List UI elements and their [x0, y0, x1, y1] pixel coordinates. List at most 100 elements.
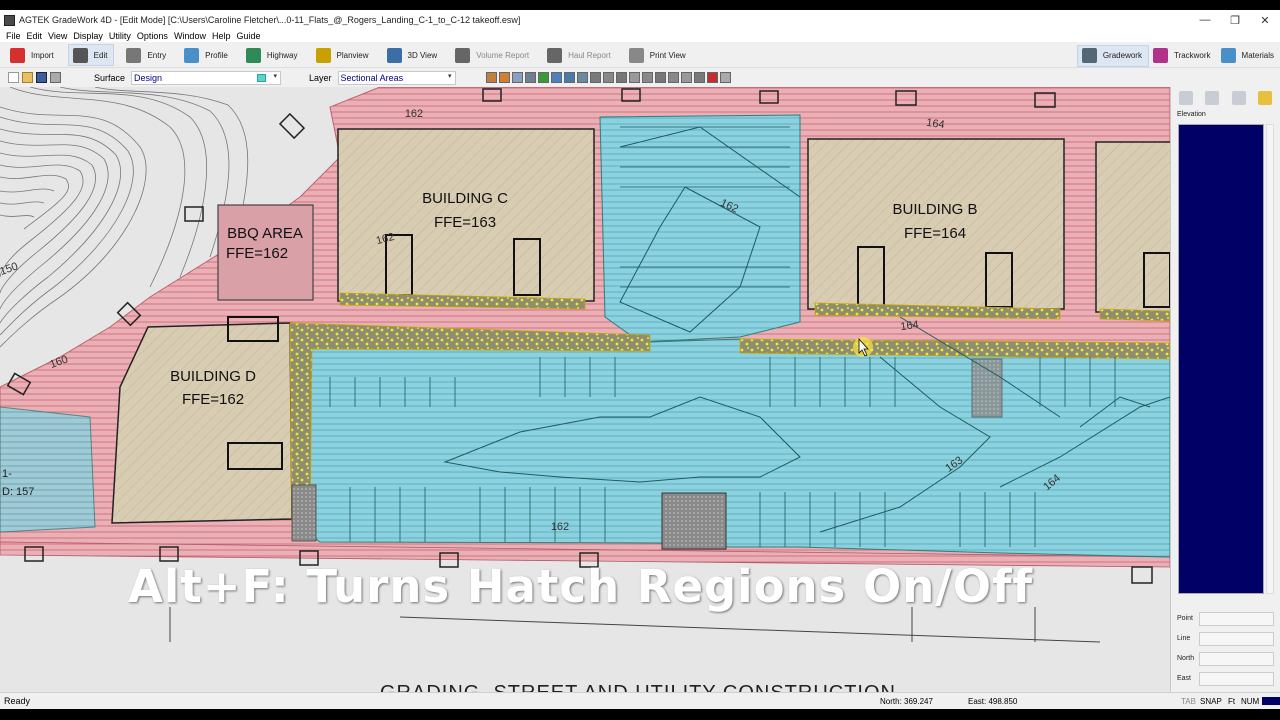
contour-label: 164: [925, 117, 945, 131]
building-b-ffe: FFE=164: [904, 225, 966, 242]
menu-window[interactable]: Window: [172, 31, 210, 41]
mode-label: Edit: [93, 50, 108, 60]
mode-label: 3D View: [407, 50, 438, 60]
point-field[interactable]: [1199, 611, 1274, 626]
section-view-icon[interactable]: [1205, 91, 1220, 105]
contour-label: 164: [900, 319, 920, 333]
status-east: East: 498.850: [968, 696, 1018, 706]
edit-tool-icon[interactable]: [667, 72, 679, 83]
menu-file[interactable]: File: [4, 31, 25, 41]
menu-display[interactable]: Display: [71, 31, 107, 41]
minimize-button[interactable]: —: [1190, 10, 1220, 30]
mode-button-import[interactable]: Import: [6, 44, 60, 66]
elevation-scrollbar[interactable]: [1266, 124, 1274, 594]
menu-help[interactable]: Help: [210, 31, 235, 41]
layer-toolbar: Surface Design ▾ Layer Sectional Areas ▾: [0, 69, 1280, 86]
mode-label: Print View: [649, 50, 686, 60]
edit-tool-icon[interactable]: [563, 72, 575, 83]
menu-bar: File Edit View Display Utility Options W…: [0, 29, 1280, 42]
highway-icon: [245, 47, 261, 63]
mode-label: Haul Report: [568, 50, 611, 60]
surface-value: Design: [134, 72, 163, 83]
building-d-footprint[interactable]: [111, 322, 293, 524]
edit-tool-icon[interactable]: [537, 72, 549, 83]
menu-edit[interactable]: Edit: [25, 31, 47, 41]
mode-button-print-view[interactable]: Print View: [625, 44, 692, 66]
restore-button[interactable]: ❐: [1220, 10, 1250, 30]
building-edge-footprint[interactable]: [1095, 141, 1170, 313]
mode-button-profile[interactable]: Profile: [180, 44, 234, 66]
edit-tool-icon[interactable]: [628, 72, 640, 83]
mode-button-edit[interactable]: Edit: [67, 44, 115, 66]
edit-tool-icon[interactable]: [511, 72, 523, 83]
menu-options[interactable]: Options: [135, 31, 172, 41]
building-b-footprint[interactable]: [807, 138, 1065, 310]
status-ft: Ft: [1228, 696, 1236, 706]
top-letterbox: [0, 0, 1280, 10]
edit-tool-icon[interactable]: [706, 72, 718, 83]
mode-button-entry[interactable]: Entry: [122, 44, 172, 66]
surface-select[interactable]: Design ▾: [131, 70, 282, 85]
surface-color-swatch: [257, 73, 267, 82]
edit-tool-icon[interactable]: [719, 72, 731, 83]
edit-tool-icon[interactable]: [589, 72, 601, 83]
volume-report-icon: [455, 47, 471, 63]
workspace-button-materials[interactable]: Materials: [1217, 45, 1280, 67]
edit-tool-icon[interactable]: [498, 72, 510, 83]
mode-label: Highway: [266, 50, 298, 60]
chevron-down-icon: ▾: [448, 72, 452, 80]
menu-utility[interactable]: Utility: [107, 31, 135, 41]
edit-tool-icon[interactable]: [641, 72, 653, 83]
edit-tool-icon[interactable]: [576, 72, 588, 83]
haul-report-icon: [547, 47, 563, 63]
mode-button-highway[interactable]: Highway: [242, 44, 304, 66]
mode-button-haul-report[interactable]: Haul Report: [543, 44, 617, 66]
close-button[interactable]: ✕: [1250, 10, 1280, 30]
elevation-list[interactable]: [1178, 124, 1264, 594]
print-icon[interactable]: [50, 72, 61, 83]
building-c-ffe: FFE=163: [434, 214, 496, 231]
building-b-name: BUILDING B: [892, 201, 977, 218]
north-field[interactable]: [1199, 651, 1274, 666]
save-icon[interactable]: [36, 72, 47, 83]
mode-button-planview[interactable]: Planview: [312, 44, 375, 66]
caption-overlay: Alt+F: Turns Hatch Regions On/Off: [128, 560, 1034, 613]
workspace-button-gradework[interactable]: Gradework: [1076, 44, 1149, 67]
alert-icon[interactable]: [1257, 91, 1272, 105]
inlet-structure[interactable]: [661, 492, 727, 550]
bottom-letterbox: [0, 709, 1280, 720]
open-folder-icon[interactable]: [22, 72, 33, 83]
edit-tool-icon[interactable]: [485, 72, 497, 83]
table-view-icon[interactable]: [1231, 91, 1246, 105]
entry-icon: [126, 47, 142, 63]
edit-tool-icon[interactable]: [615, 72, 627, 83]
edit-tool-icon[interactable]: [602, 72, 614, 83]
point-row: Point: [1177, 611, 1274, 626]
workspace-button-trackwork[interactable]: Trackwork: [1149, 45, 1217, 67]
line-label: Line: [1177, 635, 1191, 642]
trackwork-icon: [1152, 48, 1168, 63]
edit-tool-icon[interactable]: [524, 72, 536, 83]
edit-tool-icon[interactable]: [550, 72, 562, 83]
east-label: East: [1177, 675, 1192, 682]
line-field[interactable]: [1199, 631, 1274, 646]
mode-toolbar: Import Edit Entry Profile Highway Planview 3D …: [0, 43, 1280, 68]
profile-view-icon[interactable]: [1179, 91, 1194, 105]
status-ready: Ready: [4, 696, 31, 706]
building-c-name: BUILDING C: [422, 190, 508, 207]
edit-icon: [72, 47, 88, 63]
mode-button-3d-view[interactable]: 3D View: [383, 44, 444, 66]
layer-select[interactable]: Sectional Areas ▾: [337, 70, 456, 85]
surface-label: Surface: [94, 72, 126, 83]
east-field[interactable]: [1199, 671, 1274, 686]
line-row: Line: [1177, 631, 1274, 646]
planview-icon: [315, 47, 331, 63]
menu-view[interactable]: View: [46, 31, 71, 41]
status-num: NUM: [1241, 696, 1260, 706]
edit-tool-icon[interactable]: [654, 72, 666, 83]
new-file-icon[interactable]: [8, 72, 19, 83]
edit-tool-icon[interactable]: [693, 72, 705, 83]
mode-button-volume-report[interactable]: Volume Report: [451, 44, 535, 66]
edit-tool-icon[interactable]: [680, 72, 692, 83]
menu-guide[interactable]: Guide: [234, 31, 264, 41]
